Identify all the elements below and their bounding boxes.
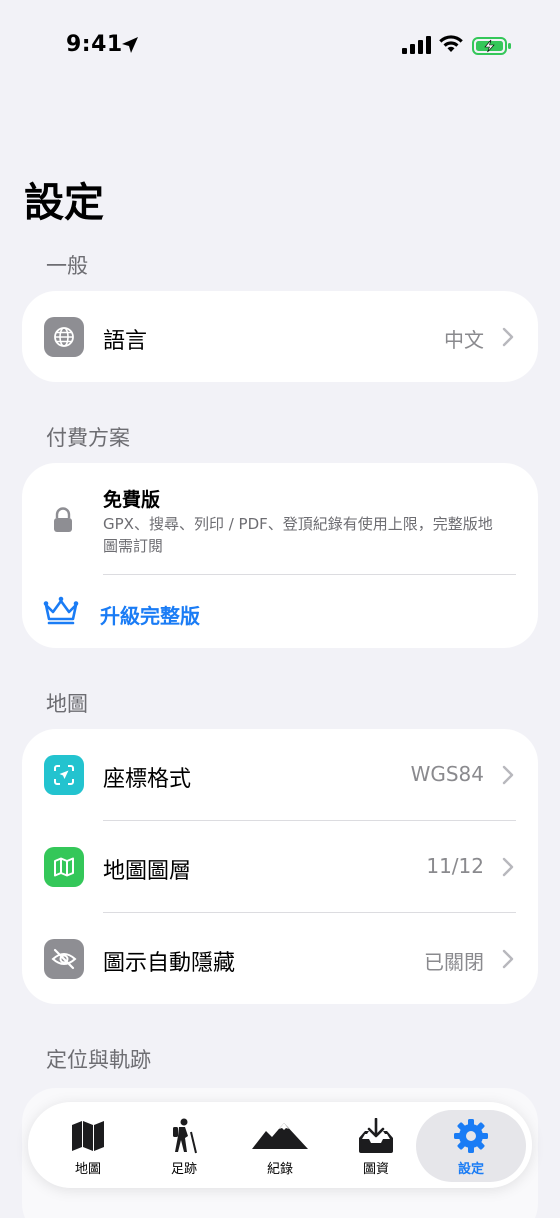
chevron-right-icon [502,765,514,785]
icon-autohide-row[interactable]: 圖示自動隱藏 已關閉 [22,913,538,1004]
download-tray-icon [328,1116,424,1156]
status-bar: 9:41 [0,30,560,64]
globe-icon [44,317,84,357]
battery-charging-icon [472,37,511,55]
language-row[interactable]: 語言 中文 [22,291,538,382]
section-header-general: 一般 [46,254,88,278]
language-label: 語言 [103,329,148,354]
upgrade-button[interactable]: 升級完整版 [22,575,538,648]
lock-icon [54,507,72,532]
tab-map-data[interactable]: 圖資 [328,1102,424,1188]
hiker-icon [136,1116,232,1156]
map-layers-value: 11/12 [426,854,484,878]
map-card: 座標格式 WGS84 地圖圖層 11/12 圖示自動隱藏 已關閉 [22,729,538,1004]
tab-records[interactable]: 紀錄 [232,1102,328,1188]
language-value: 中文 [444,328,484,352]
gear-icon [416,1116,526,1156]
chevron-right-icon [502,327,514,347]
status-time: 9:41 [66,32,123,57]
section-header-plan: 付費方案 [46,426,130,450]
crown-icon [43,596,79,625]
chevron-right-icon [502,949,514,969]
tab-label: 足跡 [170,1162,197,1177]
location-arrow-icon [122,37,138,53]
upgrade-label: 升級完整版 [100,604,200,628]
coordinate-format-label: 座標格式 [103,767,192,792]
map-layers-label: 地圖圖層 [103,859,192,884]
tab-bar: 地圖 足跡 紀錄 圖資 設定 [28,1102,532,1188]
mountains-icon [232,1116,328,1156]
section-header-location: 定位與軌跡 [46,1048,151,1072]
tab-label: 紀錄 [266,1162,293,1177]
tab-map[interactable]: 地圖 [40,1102,136,1188]
plan-description: GPX、搜尋、列印 / PDF、登頂紀錄有使用上限，完整版地圖需訂閱 [103,515,493,555]
icon-autohide-value: 已關閉 [424,950,484,974]
map-icon [44,847,84,887]
plan-title: 免費版 [103,489,161,511]
tab-footprints[interactable]: 足跡 [136,1102,232,1188]
coordinate-format-value: WGS84 [410,762,484,786]
map-layers-row[interactable]: 地圖圖層 11/12 [22,821,538,913]
location-scan-icon [44,755,84,795]
chevron-right-icon [502,857,514,877]
cellular-signal-icon [402,36,431,54]
settings-screen: 9:41 設定 一般 語言 中文 付費方案 免費版 GPX、搜尋、列印 / PD… [0,0,560,1218]
wifi-icon [439,35,463,52]
page-title: 設定 [24,180,104,226]
eye-slash-icon [44,939,84,979]
coordinate-format-row[interactable]: 座標格式 WGS84 [22,729,538,821]
icon-autohide-label: 圖示自動隱藏 [103,951,236,976]
tab-label: 圖資 [362,1162,389,1177]
map-icon [40,1116,136,1156]
general-card: 語言 中文 [22,291,538,382]
tab-label: 地圖 [74,1162,101,1177]
section-header-map: 地圖 [46,692,88,716]
tab-label: 設定 [457,1162,484,1177]
tab-settings[interactable]: 設定 [416,1102,526,1188]
plan-card: 免費版 GPX、搜尋、列印 / PDF、登頂紀錄有使用上限，完整版地圖需訂閱 升… [22,463,538,648]
